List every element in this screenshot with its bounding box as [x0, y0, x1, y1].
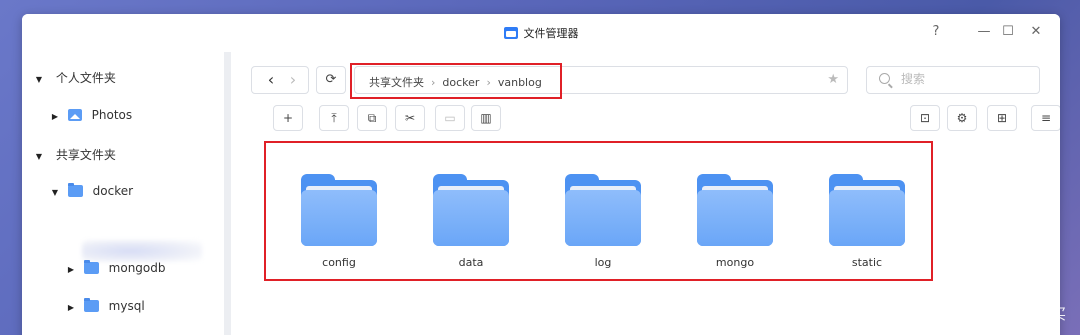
copy-button[interactable]: ⧉ [357, 105, 387, 131]
attach-button[interactable]: ▭ [435, 105, 465, 131]
back-button[interactable]: ‹ [262, 67, 280, 93]
sidebar-item-docker[interactable]: ▼ docker [50, 180, 133, 202]
folder-icon [697, 174, 773, 246]
search-box [866, 66, 1040, 94]
minimize-button[interactable]: — [976, 24, 992, 40]
folder-item-mongo[interactable]: mongo [695, 174, 775, 269]
cut-button[interactable]: ✂ [395, 105, 425, 131]
sidebar-section-label: 共享文件夹 [55, 148, 116, 162]
close-button[interactable]: ✕ [1028, 24, 1044, 40]
folder-label: data [458, 256, 484, 269]
folder-item-static[interactable]: static [827, 174, 907, 269]
folder-icon [83, 260, 99, 274]
chevron-right-icon: ▶ [51, 112, 59, 121]
compress-button[interactable]: ▥ [471, 105, 501, 131]
folder-item-config[interactable]: config [299, 174, 379, 269]
favorite-star-icon[interactable]: ★ [827, 72, 839, 87]
search-icon [879, 73, 890, 84]
chevron-down-icon: ▼ [35, 75, 43, 84]
sort-button[interactable]: ≡ [1031, 105, 1060, 131]
window-title: 文件管理器 [22, 25, 1060, 41]
folder-icon [83, 298, 99, 312]
breadcrumb-highlight [350, 63, 562, 99]
sidebar: ▼ 个人文件夹 ▶ Photos ▼ 共享文件夹 ▼ docker ▶ mong… [22, 52, 224, 335]
sidebar-section-personal[interactable]: ▼ 个人文件夹 [34, 67, 116, 89]
refresh-button[interactable]: ⟳ [316, 66, 346, 94]
folder-icon [829, 174, 905, 246]
settings-button[interactable]: ⚙ [947, 105, 977, 131]
watermark-text: 什么值得买 [990, 304, 1066, 323]
titlebar: 文件管理器 ? — ☐ ✕ [22, 14, 1060, 52]
sidebar-section-shared[interactable]: ▼ 共享文件夹 [34, 144, 116, 166]
main-pane: ‹ › ⟳ 共享文件夹›docker›vanblog ★ + ⤒ ⧉ ✂ ▭ ▥… [231, 52, 1060, 335]
folder-icon [301, 174, 377, 246]
folder-label: static [851, 256, 883, 269]
sidebar-item-label: mongodb [108, 261, 166, 275]
sidebar-item-label: Photos [91, 108, 133, 122]
chevron-right-icon: ▶ [67, 303, 75, 312]
photo-folder-icon [67, 109, 82, 121]
file-manager-window: 文件管理器 ? — ☐ ✕ ▼ 个人文件夹 ▶ Photos ▼ 共享文件夹 ▼… [22, 14, 1060, 335]
upload-button[interactable]: ⤒ [319, 105, 349, 131]
sidebar-item-mysql[interactable]: ▶ mysql [66, 295, 145, 317]
maximize-button[interactable]: ☐ [1000, 24, 1016, 40]
folder-icon [565, 174, 641, 246]
forward-button[interactable]: › [284, 67, 302, 93]
watermark-logo-icon: 值 [962, 303, 985, 325]
tasks-button[interactable]: ⊡ [910, 105, 940, 131]
nav-buttons: ‹ › [251, 66, 309, 94]
sidebar-item-photos[interactable]: ▶ Photos [50, 104, 132, 126]
folder-icon [433, 174, 509, 246]
help-button[interactable]: ? [928, 24, 944, 40]
view-mode-button[interactable]: ⊞ [987, 105, 1017, 131]
chevron-down-icon: ▼ [35, 152, 43, 161]
chevron-right-icon: ▶ [67, 265, 75, 274]
add-button[interactable]: + [273, 105, 303, 131]
watermark: 值什么值得买 [962, 303, 1066, 325]
sidebar-item-label: docker [92, 184, 134, 198]
sidebar-item-mongodb[interactable]: ▶ mongodb [66, 257, 166, 279]
folder-label: mongo [715, 256, 755, 269]
folder-item-data[interactable]: data [431, 174, 511, 269]
sidebar-item-label: mysql [108, 299, 145, 313]
chevron-down-icon: ▼ [51, 188, 59, 197]
window-title-text: 文件管理器 [523, 27, 579, 40]
folder-label: config [322, 256, 356, 269]
folder-item-log[interactable]: log [563, 174, 643, 269]
folder-label: log [594, 256, 612, 269]
file-manager-app-icon [503, 27, 518, 39]
sidebar-divider[interactable] [224, 52, 231, 335]
sidebar-section-label: 个人文件夹 [55, 71, 116, 85]
search-input[interactable] [901, 72, 1021, 86]
shared-folder-icon [67, 183, 83, 197]
